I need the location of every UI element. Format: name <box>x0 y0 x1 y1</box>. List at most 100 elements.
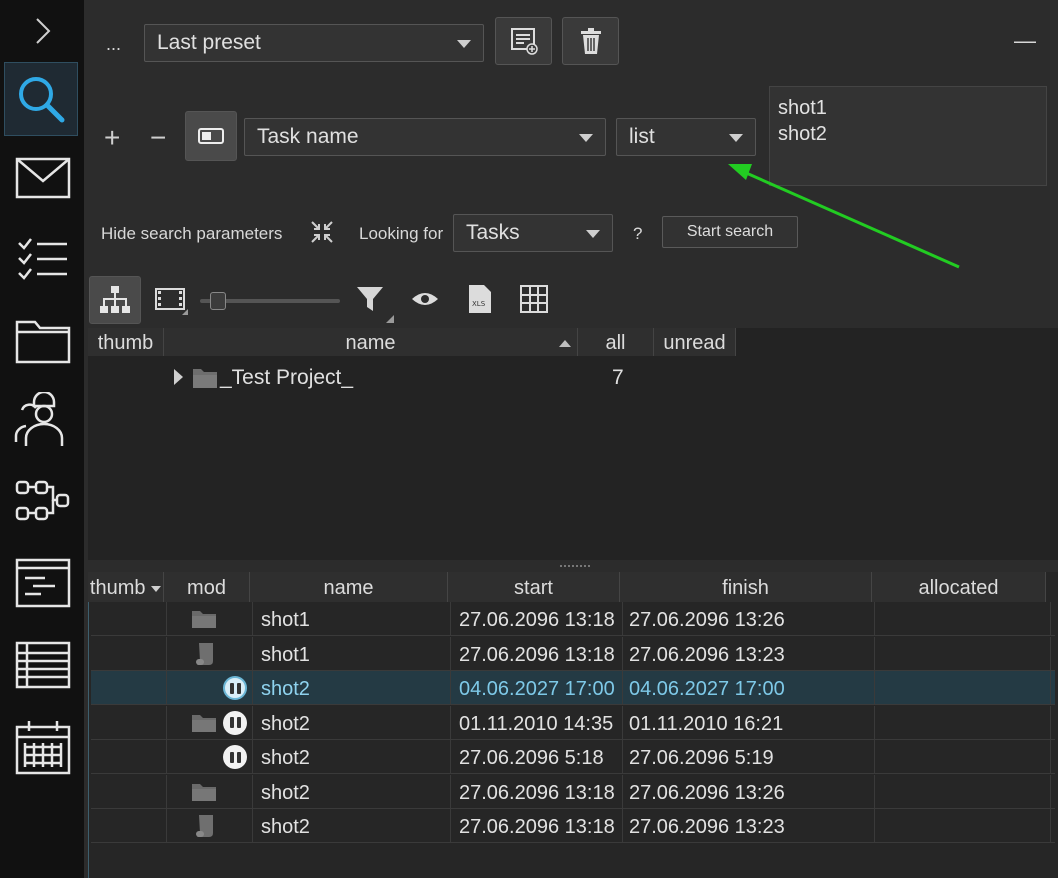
grid-icon[interactable] <box>520 285 550 315</box>
slider-handle[interactable] <box>210 292 226 310</box>
splitter-handle[interactable] <box>560 565 590 571</box>
folder-icon <box>192 783 216 801</box>
more-button[interactable]: ... <box>106 34 121 55</box>
mod-cell <box>167 774 253 809</box>
name-cell: shot2 <box>253 671 451 705</box>
table-row[interactable]: shot1 27.06.2096 13:18 27.06.2096 13:23 <box>91 636 1055 671</box>
thumb-cell <box>91 740 167 774</box>
help-button[interactable]: ? <box>633 224 642 244</box>
toggle-icon <box>198 128 224 144</box>
table-icon[interactable] <box>8 630 78 700</box>
sort-ascending-icon <box>559 340 571 347</box>
finish-cell: 27.06.2096 13:23 <box>623 809 875 843</box>
annotation-arrow <box>728 164 960 269</box>
allocated-cell <box>875 809 1051 843</box>
preset-value: Last preset <box>157 31 261 54</box>
chevron-down-icon <box>729 134 743 142</box>
pause-status-icon <box>223 745 247 769</box>
name-cell: shot2 <box>253 705 451 740</box>
hierarchy-icon[interactable] <box>89 276 141 324</box>
finish-cell: 27.06.2096 13:26 <box>623 774 875 809</box>
name-cell: shot1 <box>253 636 451 671</box>
funnel-icon[interactable] <box>354 283 394 323</box>
column-header-name[interactable]: name <box>164 328 578 356</box>
tree-view: thumb name all unread _Test Project_ 7 <box>88 328 1058 560</box>
name-cell: shot2 <box>253 809 451 843</box>
table-row[interactable]: shot2 27.06.2096 5:18 27.06.2096 5:19 <box>91 740 1055 774</box>
table-row[interactable]: shot2 01.11.2010 14:35 01.11.2010 16:21 <box>91 705 1055 740</box>
xls-icon[interactable]: XLS <box>468 284 492 314</box>
expand-chevron-icon[interactable] <box>8 0 78 62</box>
start-cell: 27.06.2096 13:18 <box>451 774 623 809</box>
console-icon[interactable] <box>8 548 78 618</box>
column-header-mod[interactable]: mod <box>164 572 250 602</box>
thumb-cell <box>91 705 167 740</box>
looking-for-value: Tasks <box>466 221 520 244</box>
filter-field-dropdown[interactable]: Task name <box>244 118 606 156</box>
delete-preset-button[interactable] <box>562 17 619 65</box>
mod-cell <box>167 671 253 705</box>
column-header-name-label: name <box>345 332 396 354</box>
column-header-allocated[interactable]: allocated <box>872 572 1046 602</box>
start-cell: 27.06.2096 5:18 <box>451 740 623 774</box>
finish-cell: 04.06.2027 17:00 <box>623 671 875 705</box>
column-header-name[interactable]: name <box>250 572 448 602</box>
trash-icon <box>580 28 601 54</box>
finish-cell: 27.06.2096 13:23 <box>623 636 875 671</box>
checklist-icon[interactable] <box>8 224 78 294</box>
pause-status-icon <box>223 676 247 700</box>
zoom-slider[interactable] <box>200 292 340 310</box>
preset-dropdown[interactable]: Last preset <box>144 24 484 62</box>
minimize-button[interactable]: — <box>1014 28 1036 54</box>
allocated-cell <box>875 636 1051 671</box>
search-icon[interactable] <box>4 62 78 136</box>
name-cell: shot1 <box>253 602 451 636</box>
folder-icon <box>193 369 217 388</box>
hide-search-parameters-link[interactable]: Hide search parameters <box>101 224 282 244</box>
folder-icon[interactable] <box>8 305 78 375</box>
allocated-cell <box>875 774 1051 809</box>
table-row[interactable]: shot2 27.06.2096 13:18 27.06.2096 13:26 <box>91 774 1055 809</box>
expand-arrow-icon[interactable] <box>174 369 183 385</box>
task-table-body: shot1 27.06.2096 13:18 27.06.2096 13:26 sho… <box>88 602 1058 878</box>
column-header-all[interactable]: all <box>578 328 654 356</box>
folder-icon <box>192 611 216 628</box>
calendar-icon[interactable] <box>8 712 78 782</box>
task-table: thumb mod name start finish allocated sh… <box>88 572 1058 878</box>
column-header-unread[interactable]: unread <box>654 328 736 356</box>
tree-row[interactable]: _Test Project_ 7 <box>88 362 1058 394</box>
collapse-icon[interactable] <box>310 220 336 246</box>
mod-cell <box>167 705 253 740</box>
mail-icon[interactable] <box>8 143 78 213</box>
column-header-finish[interactable]: finish <box>620 572 872 602</box>
column-header-thumb[interactable]: thumb <box>88 328 164 356</box>
allocated-cell <box>875 602 1051 636</box>
start-search-button[interactable]: Start search <box>662 216 798 248</box>
looking-for-dropdown[interactable]: Tasks <box>453 214 613 252</box>
mod-cell <box>167 602 253 636</box>
table-row[interactable]: shot2 27.06.2096 13:18 27.06.2096 13:23 <box>91 809 1055 843</box>
start-cell: 01.11.2010 14:35 <box>451 705 623 740</box>
add-filter-button[interactable]: + <box>104 122 120 154</box>
column-header-thumb-label: thumb <box>89 577 146 599</box>
table-row[interactable]: shot2 04.06.2027 17:00 04.06.2027 17:00 <box>91 671 1055 705</box>
tree-row-name: _Test Project_ <box>220 366 354 389</box>
workflow-icon[interactable] <box>8 466 78 536</box>
eye-icon[interactable] <box>410 289 440 309</box>
pause-status-icon <box>223 710 247 735</box>
mod-cell <box>167 809 253 843</box>
users-icon[interactable] <box>8 385 78 455</box>
remove-filter-button[interactable]: − <box>150 122 166 154</box>
save-preset-button[interactable] <box>495 17 552 65</box>
column-header-thumb[interactable]: thumb <box>88 572 164 602</box>
thumb-cell <box>91 671 167 705</box>
table-row[interactable]: shot1 27.06.2096 13:18 27.06.2096 13:26 <box>91 602 1055 636</box>
start-cell: 27.06.2096 13:18 <box>451 809 623 843</box>
chevron-down-icon <box>457 40 471 48</box>
column-header-start[interactable]: start <box>448 572 620 602</box>
filmstrip-icon[interactable] <box>154 285 190 321</box>
toggle-filter-button[interactable] <box>185 111 237 161</box>
thumb-cell <box>91 809 167 843</box>
start-cell: 27.06.2096 13:18 <box>451 602 623 636</box>
start-cell: 27.06.2096 13:18 <box>451 636 623 671</box>
